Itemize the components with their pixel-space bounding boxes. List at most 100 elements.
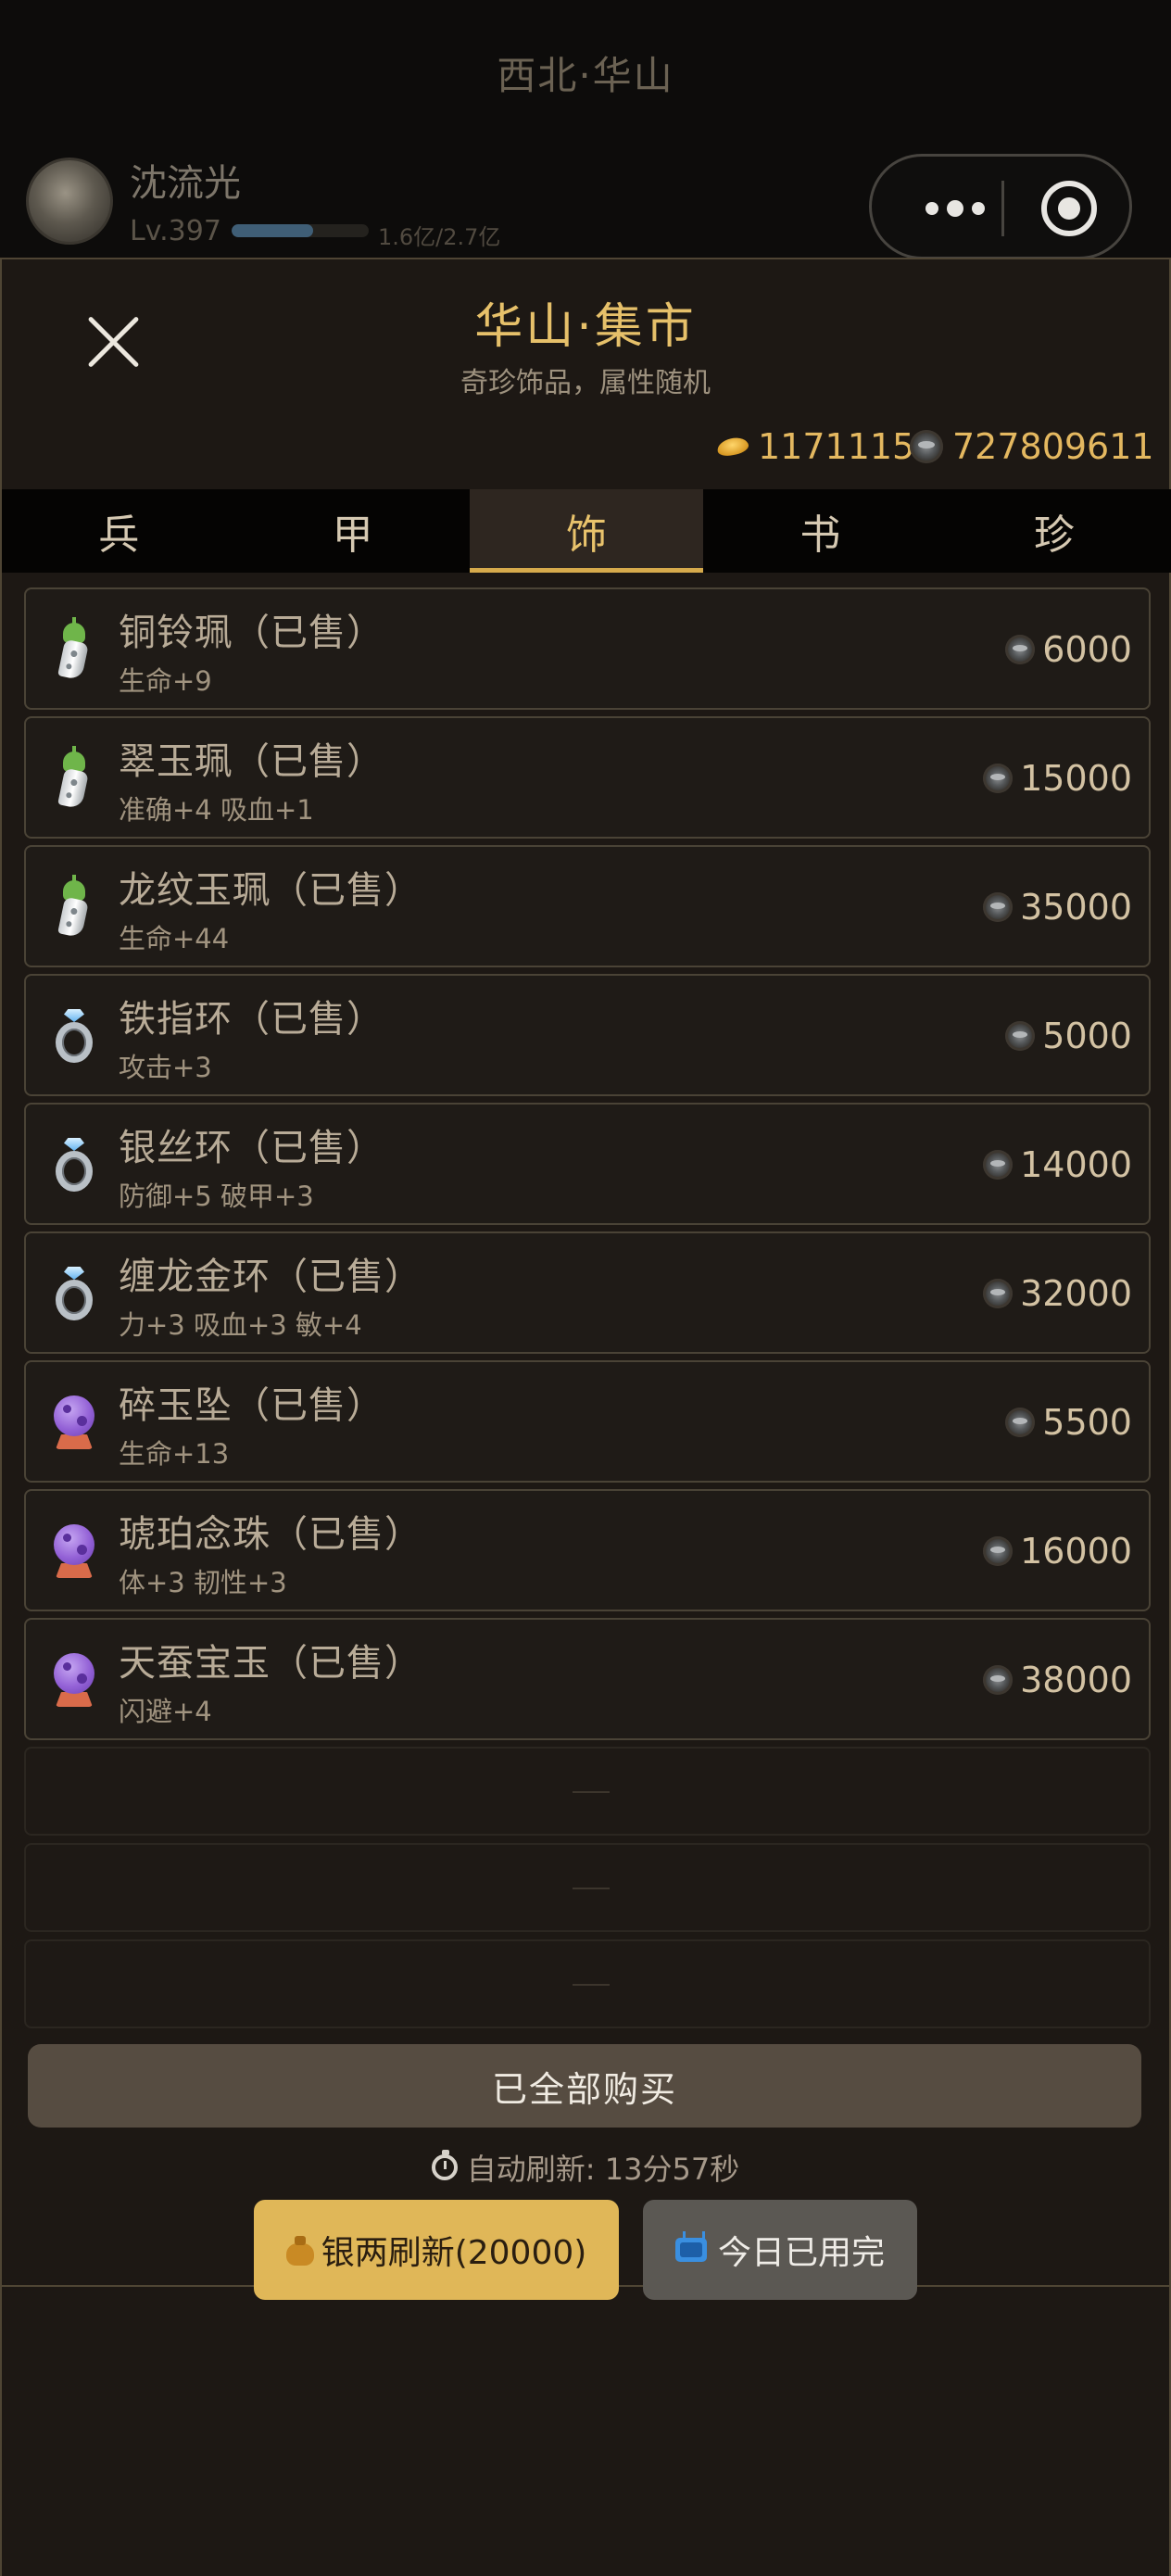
silver-coin-icon xyxy=(983,892,1014,922)
more-icon[interactable] xyxy=(909,181,1001,236)
crystal-orb-icon xyxy=(46,1395,102,1451)
tab-3[interactable]: 书 xyxy=(703,489,937,573)
crystal-orb-icon xyxy=(46,1524,102,1580)
item-price-value: 5000 xyxy=(1042,1016,1132,1056)
item-price: 16000 xyxy=(983,1528,1132,1574)
shop-item[interactable]: 琥珀念珠（已售） 体+3 韧性+3 16000 xyxy=(24,1489,1151,1611)
avatar[interactable] xyxy=(26,158,113,245)
item-name: 琥珀念珠（已售） xyxy=(119,1513,422,1556)
silver-balance: 727809611 xyxy=(910,423,1154,471)
item-price: 35000 xyxy=(983,884,1132,930)
silver-coin-icon xyxy=(1005,1408,1036,1437)
item-name: 铁指环（已售） xyxy=(119,998,384,1041)
exp-text: 1.6亿/2.7亿 xyxy=(378,224,501,250)
tab-2[interactable]: 饰 xyxy=(469,489,704,573)
shop-item[interactable]: 缠龙金环（已售） 力+3 吸血+3 敏+4 32000 xyxy=(24,1231,1151,1354)
tv-icon xyxy=(674,2238,707,2262)
item-stats: 体+3 韧性+3 xyxy=(119,1567,287,1598)
miniprogram-capsule xyxy=(869,154,1132,259)
shop-item[interactable]: 天蚕宝玉（已售） 闪避+4 38000 xyxy=(24,1618,1151,1740)
item-name: 铜铃珮（已售） xyxy=(119,612,384,654)
silver-refresh-label: 银两刷新(20000) xyxy=(321,2234,587,2272)
money-bag-icon xyxy=(285,2234,314,2266)
item-name: 银丝环（已售） xyxy=(119,1127,384,1169)
ad-refresh-button[interactable]: 今日已用完 xyxy=(643,2200,917,2300)
item-price: 32000 xyxy=(983,1270,1132,1317)
silver-coin-icon xyxy=(983,1536,1014,1566)
item-list: 铜铃珮（已售） 生命+9 6000 翠玉珮（已售） 准确+4 吸血+1 15000 龙纹玉珮… xyxy=(24,587,1151,2036)
item-stats: 防御+5 破甲+3 xyxy=(119,1181,314,1212)
empty-slot xyxy=(24,1939,1151,2028)
silver-coin-icon xyxy=(983,1150,1014,1180)
item-price-value: 6000 xyxy=(1042,629,1132,670)
ring-icon xyxy=(46,1138,102,1193)
item-stats: 生命+44 xyxy=(119,923,230,954)
item-price-value: 15000 xyxy=(1020,758,1132,799)
jade-pendant-icon xyxy=(46,617,102,681)
silver-coin-icon xyxy=(983,1279,1014,1308)
capsule-divider xyxy=(1001,181,1004,236)
category-tabs: 兵甲饰书珍 xyxy=(2,489,1171,573)
tab-0[interactable]: 兵 xyxy=(2,489,235,573)
item-name: 缠龙金环（已售） xyxy=(119,1256,422,1298)
auto-refresh-info: 自动刷新: 13分57秒 xyxy=(0,2146,1171,2189)
empty-slot xyxy=(24,1747,1151,1836)
shop-item[interactable]: 铁指环（已售） 攻击+3 5000 xyxy=(24,974,1151,1096)
item-name: 翠玉珮（已售） xyxy=(119,740,384,783)
market-screen: 西北·华山 沈流光 Lv.397 1.6亿/2.7亿 华山·集市 奇珍饰品，属性… xyxy=(0,0,1171,2576)
location-title: 西北·华山 xyxy=(497,53,674,98)
shop-item[interactable]: 银丝环（已售） 防御+5 破甲+3 14000 xyxy=(24,1103,1151,1225)
close-miniprogram-icon[interactable] xyxy=(1041,181,1097,236)
item-name: 龙纹玉珮（已售） xyxy=(119,869,422,912)
item-stats: 闪避+4 xyxy=(119,1696,212,1727)
item-stats: 生命+9 xyxy=(119,665,212,697)
tab-1[interactable]: 甲 xyxy=(235,489,469,573)
silver-coin-icon xyxy=(910,430,943,463)
item-price-value: 14000 xyxy=(1020,1144,1132,1185)
item-price-value: 5500 xyxy=(1042,1402,1132,1443)
item-stats: 生命+13 xyxy=(119,1438,230,1470)
gold-amount: 1171115 xyxy=(758,426,915,467)
silver-coin-icon xyxy=(1005,635,1036,664)
exp-bar xyxy=(232,224,369,237)
crystal-orb-icon xyxy=(46,1653,102,1709)
panel-title: 华山·集市 xyxy=(474,299,697,355)
auto-refresh-text: 自动刷新: 13分57秒 xyxy=(466,2152,740,2187)
tab-4[interactable]: 珍 xyxy=(938,489,1171,573)
jade-pendant-icon xyxy=(46,746,102,810)
shop-item[interactable]: 碎玉坠（已售） 生命+13 5500 xyxy=(24,1360,1151,1483)
item-price: 38000 xyxy=(983,1657,1132,1703)
item-price-value: 35000 xyxy=(1020,887,1132,928)
item-price: 5000 xyxy=(1005,1013,1132,1059)
item-price-value: 38000 xyxy=(1020,1660,1132,1700)
silver-coin-icon xyxy=(1005,1021,1036,1051)
shop-item[interactable]: 龙纹玉珮（已售） 生命+44 35000 xyxy=(24,845,1151,967)
jade-pendant-icon xyxy=(46,875,102,939)
exp-bar-fill xyxy=(232,224,313,237)
item-price: 15000 xyxy=(983,755,1132,802)
buy-all-button[interactable]: 已全部购买 xyxy=(28,2044,1141,2128)
player-level: Lv.397 xyxy=(130,215,221,247)
silver-coin-icon xyxy=(983,764,1014,793)
empty-slot xyxy=(24,1843,1151,1932)
top-header: 西北·华山 沈流光 Lv.397 1.6亿/2.7亿 xyxy=(0,0,1171,259)
item-name: 天蚕宝玉（已售） xyxy=(119,1642,422,1685)
item-price-value: 32000 xyxy=(1020,1273,1132,1314)
silver-refresh-button[interactable]: 银两刷新(20000) xyxy=(254,2200,619,2300)
item-stats: 攻击+3 xyxy=(119,1052,212,1083)
shop-item[interactable]: 翠玉珮（已售） 准确+4 吸血+1 15000 xyxy=(24,716,1151,839)
item-name: 碎玉坠（已售） xyxy=(119,1384,384,1427)
gold-ingot-icon xyxy=(715,435,750,459)
item-price: 14000 xyxy=(983,1142,1132,1188)
item-stats: 准确+4 吸血+1 xyxy=(119,794,314,826)
ring-icon xyxy=(46,1267,102,1322)
item-price-value: 16000 xyxy=(1020,1531,1132,1572)
stopwatch-icon xyxy=(431,2150,458,2180)
item-price: 6000 xyxy=(1005,626,1132,673)
gold-balance: 1171115 xyxy=(715,423,915,471)
silver-amount: 727809611 xyxy=(952,426,1154,467)
ring-icon xyxy=(46,1009,102,1065)
item-price: 5500 xyxy=(1005,1399,1132,1446)
shop-item[interactable]: 铜铃珮（已售） 生命+9 6000 xyxy=(24,587,1151,710)
ad-refresh-label: 今日已用完 xyxy=(717,2234,885,2272)
